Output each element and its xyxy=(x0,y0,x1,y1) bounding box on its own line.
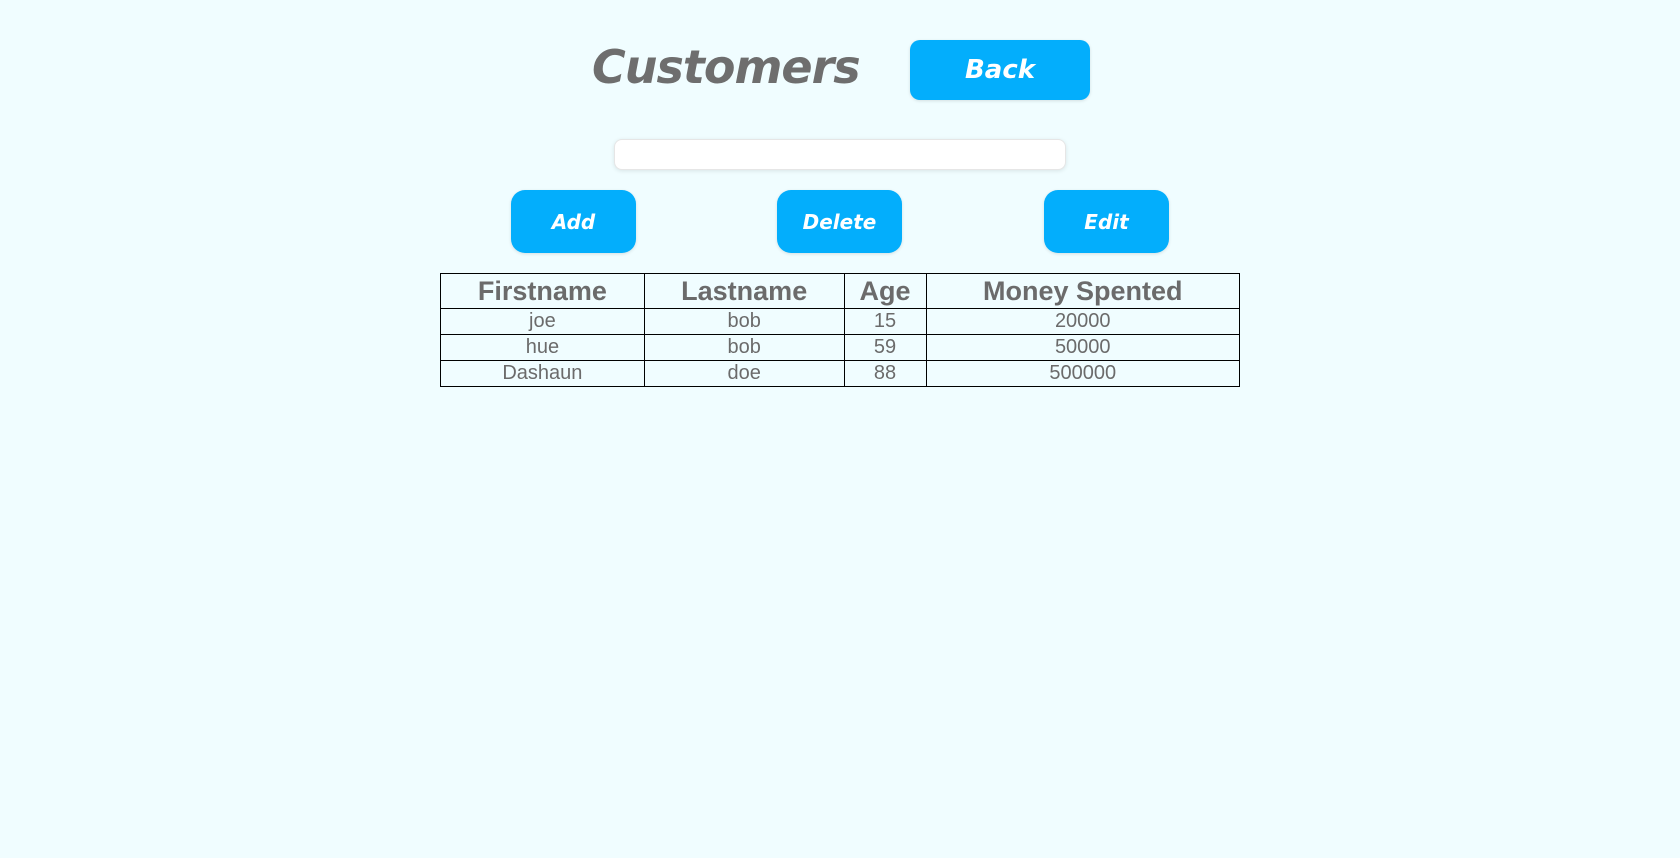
customers-table: Firstname Lastname Age Money Spented joe… xyxy=(440,273,1240,387)
cell-money-spented: 500000 xyxy=(925,360,1240,387)
cell-firstname: hue xyxy=(440,334,645,361)
cell-age: 88 xyxy=(843,360,927,387)
column-header-firstname: Firstname xyxy=(440,273,645,309)
back-button[interactable]: Back xyxy=(910,40,1090,100)
column-header-age: Age xyxy=(843,273,927,309)
search-input[interactable] xyxy=(614,139,1066,170)
delete-button[interactable]: Delete xyxy=(777,190,902,253)
column-header-lastname: Lastname xyxy=(643,273,845,309)
table-header-row: Firstname Lastname Age Money Spented xyxy=(440,273,1240,309)
cell-lastname: bob xyxy=(643,334,845,361)
cell-money-spented: 20000 xyxy=(925,308,1240,335)
cell-lastname: bob xyxy=(643,308,845,335)
page-title: Customers xyxy=(592,40,861,94)
edit-button[interactable]: Edit xyxy=(1044,190,1169,253)
cell-lastname: doe xyxy=(643,360,845,387)
cell-firstname: joe xyxy=(440,308,645,335)
cell-age: 15 xyxy=(843,308,927,335)
cell-money-spented: 50000 xyxy=(925,334,1240,361)
table-row[interactable]: joe bob 15 20000 xyxy=(440,308,1240,335)
cell-age: 59 xyxy=(843,334,927,361)
table-row[interactable]: hue bob 59 50000 xyxy=(440,334,1240,361)
column-header-money-spented: Money Spented xyxy=(925,273,1240,309)
cell-firstname: Dashaun xyxy=(440,360,645,387)
add-button[interactable]: Add xyxy=(511,190,636,253)
table-row[interactable]: Dashaun doe 88 500000 xyxy=(440,360,1240,387)
